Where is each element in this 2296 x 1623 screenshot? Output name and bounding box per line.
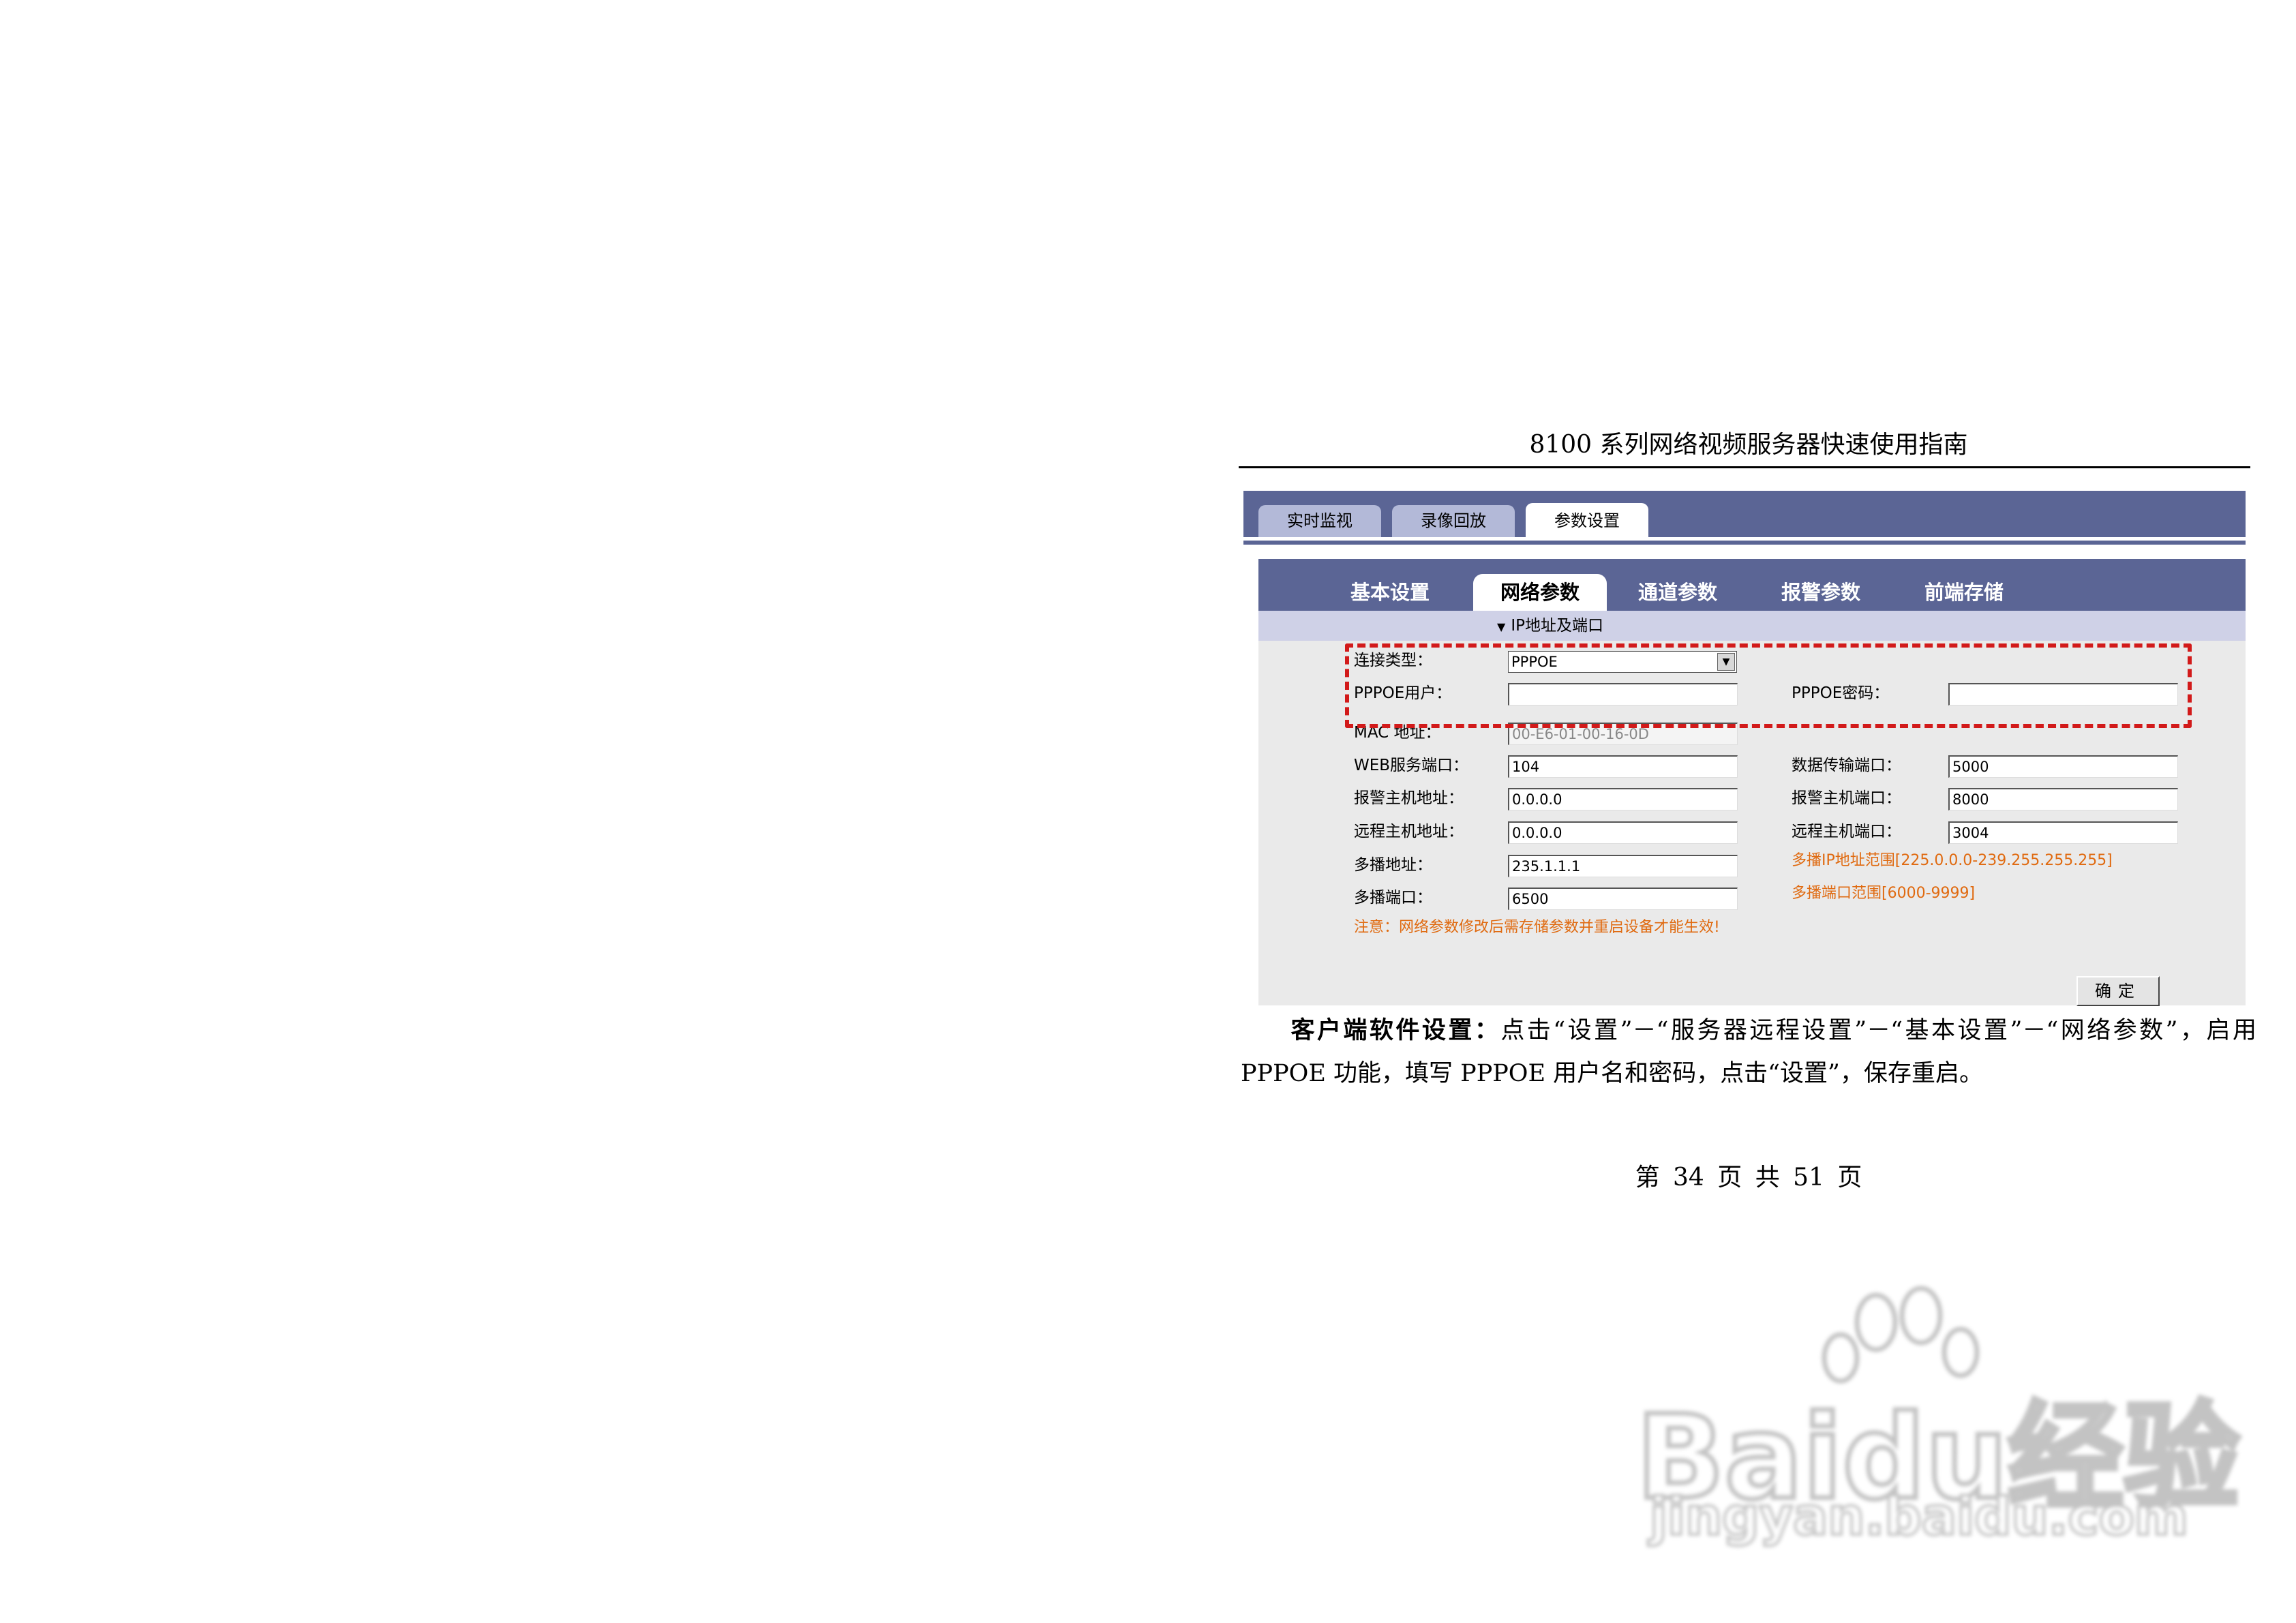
web-ui-screenshot: 实时监视 录像回放 参数设置 基本设置 网络参数 通道参数 报警参数 前端存储 …: [1243, 491, 2246, 1006]
ok-button[interactable]: 确定: [2076, 976, 2160, 1006]
subtab-frontend-storage[interactable]: 前端存储: [1906, 574, 2022, 611]
alarm-host-port-input[interactable]: 8000: [1948, 788, 2178, 810]
web-port-input[interactable]: 104: [1508, 755, 1738, 778]
subtab-channel-params[interactable]: 通道参数: [1620, 574, 1736, 611]
top-bar-divider: [1243, 541, 2246, 545]
subtab-alarm-params[interactable]: 报警参数: [1763, 574, 1879, 611]
multicast-port-input[interactable]: 6500: [1508, 888, 1738, 910]
multicast-address-label: 多播地址：: [1354, 856, 1432, 874]
subtab-basic-settings[interactable]: 基本设置: [1332, 574, 1448, 611]
multicast-port-label: 多播端口：: [1354, 889, 1432, 907]
remote-host-address-label: 远程主机地址：: [1354, 823, 1464, 840]
settings-sub-tab-bar: 基本设置 网络参数 通道参数 报警参数 前端存储: [1258, 559, 2246, 611]
body-lead: 客户端软件设置：: [1288, 1016, 1501, 1044]
body-paragraph: 客户端软件设置：点击“设置”－“服务器远程设置”－“基本设置”－“网络参数”，启…: [1241, 1009, 2256, 1095]
pppoe-highlight-box: [1345, 643, 2192, 728]
alarm-host-address-input[interactable]: 0.0.0.0: [1508, 788, 1738, 810]
web-port-label: WEB服务端口：: [1354, 757, 1469, 774]
data-port-input[interactable]: 5000: [1948, 755, 2178, 778]
tab-live-view[interactable]: 实时监视: [1258, 505, 1381, 537]
section-header: ▼ IP地址及端口: [1258, 611, 2246, 641]
data-port-label: 数据传输端口：: [1792, 757, 1901, 774]
subtab-network-params[interactable]: 网络参数: [1473, 574, 1607, 611]
restart-notice: 注意：网络参数修改后需存储参数并重启设备才能生效!: [1354, 919, 1720, 936]
remote-host-port-input[interactable]: 3004: [1948, 821, 2178, 844]
remote-host-port-label: 远程主机端口：: [1792, 823, 1901, 840]
section-ip-and-port[interactable]: ▼ IP地址及端口: [1497, 611, 1603, 641]
top-tab-bar: 实时监视 录像回放 参数设置: [1243, 491, 2246, 537]
triangle-down-icon: ▼: [1497, 620, 1506, 633]
tab-settings[interactable]: 参数设置: [1526, 503, 1648, 537]
multicast-port-range-hint: 多播端口范围[6000-9999]: [1792, 885, 1976, 902]
page-number: 第 34 页 共 51 页: [1635, 1164, 1862, 1192]
baidu-watermark: Baidu经验 jingyan.baidu.com: [1633, 1281, 2242, 1554]
watermark-url: jingyan.baidu.com: [1648, 1485, 2190, 1548]
multicast-ip-range-hint: 多播IP地址范围[225.0.0.0-239.255.255.255]: [1792, 852, 2113, 869]
header-rule: [1239, 466, 2250, 468]
section-label: IP地址及端口: [1511, 617, 1603, 635]
alarm-host-address-label: 报警主机地址：: [1354, 789, 1464, 807]
alarm-host-port-label: 报警主机端口：: [1792, 789, 1901, 807]
remote-host-address-input[interactable]: 0.0.0.0: [1508, 821, 1738, 844]
multicast-address-input[interactable]: 235.1.1.1: [1508, 855, 1738, 877]
document-title: 8100 系列网络视频服务器快速使用指南: [1529, 431, 1968, 459]
tab-playback[interactable]: 录像回放: [1392, 505, 1515, 537]
